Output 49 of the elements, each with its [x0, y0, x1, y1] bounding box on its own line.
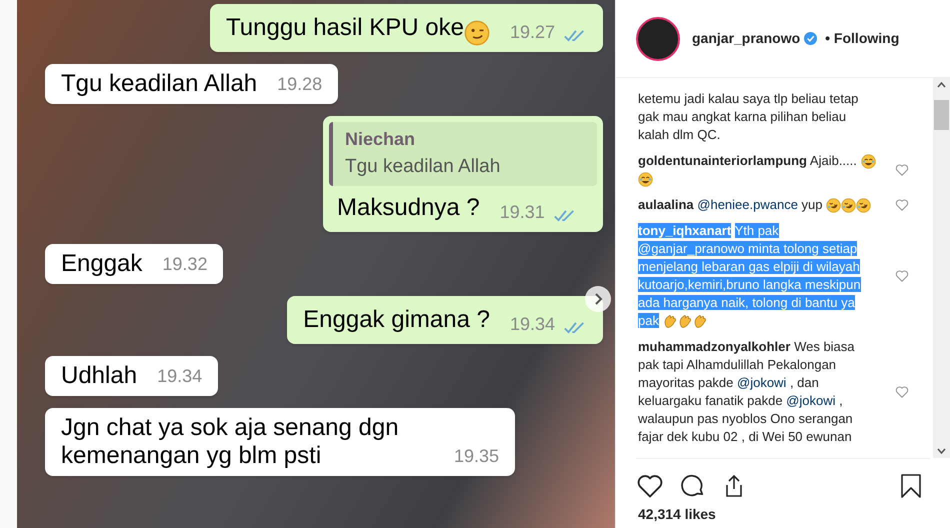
laughing-face-emoji-icon: [841, 198, 856, 214]
comment-username[interactable]: goldentunainteriorlampung: [638, 153, 807, 168]
scrollbar-thumb[interactable]: [934, 100, 949, 130]
laughing-face-emoji-icon: [826, 198, 842, 214]
clapping-hands-emoji-icon: [692, 314, 708, 330]
message-text: Enggak: [61, 250, 142, 278]
message-time: 19.35: [454, 444, 499, 468]
laughing-face-emoji-icon: [856, 198, 872, 214]
like-comment-icon[interactable]: [895, 198, 909, 212]
following-button[interactable]: • Following: [825, 28, 900, 49]
comment-text: ketemu jadi kalau saya tlp beliau tetap gak mau angkat karna pilihan beliau kalah dlm QC.: [638, 90, 860, 144]
comment-username[interactable]: aulaalina: [638, 197, 694, 212]
message-time: 19.32: [162, 252, 208, 276]
comment-text: muhammadzonyalkohler Wes biasa pak tapi Alhamdulillah Pekalongan mayoritas pakde @jokowi , dan keluargaku fanatik pakde @jokowi , walaupun pas nyoblos Ono serangan fajar dek kubu 02 , di Wei 50 ewunan: [638, 338, 856, 446]
laughing-face-emoji-icon: [860, 154, 876, 170]
like-comment-icon[interactable]: [895, 269, 909, 283]
message-text: Jgn chat ya sok aja senang dgn kemenangan yg blm psti: [61, 414, 400, 470]
quote-author: Niechan: [345, 128, 416, 151]
scrollbar[interactable]: [933, 78, 950, 458]
comment-text: aulaalina @heniee.pwance yup: [638, 196, 878, 214]
like-comment-icon[interactable]: [895, 163, 909, 177]
like-comment-icon[interactable]: [895, 385, 909, 399]
chevron-right-icon: [593, 293, 603, 305]
message-text: Tgu keadilan Allah: [61, 70, 258, 98]
username[interactable]: ganjar_pranowo: [692, 28, 800, 49]
winking-face-emoji-icon: [464, 20, 490, 46]
laughing-face-emoji-icon: [638, 172, 653, 188]
comment-text: tony_iqhxanart Yth pak @ganjar_pranowo minta tolong setiap menjelang lebaran gas elpiji di wilayah kutoarjo,kemiri,bruno langka meskipun ada harganya naik, tolong di bantu ya pak: [638, 222, 862, 330]
likes-count[interactable]: 42,314 likes: [616, 504, 950, 528]
message-time: 19.27: [510, 21, 555, 44]
comment-icon[interactable]: [680, 472, 706, 498]
avatar[interactable]: [636, 16, 680, 60]
scroll-down-icon[interactable]: [937, 448, 946, 454]
bookmark-icon[interactable]: [900, 472, 922, 498]
comment-username[interactable]: muhammadzonyalkohler: [638, 339, 790, 354]
message-time: 19.28: [277, 73, 322, 96]
message-time: 19.34: [510, 312, 555, 336]
message-text: Enggak gimana ?: [303, 304, 490, 334]
next-arrow-button[interactable]: [585, 286, 611, 312]
quote-text: Tgu keadilan Allah: [345, 155, 502, 179]
message-time: 19.31: [500, 200, 545, 224]
message-time: 19.34: [157, 364, 202, 388]
clapping-hands-emoji-icon: [678, 314, 693, 330]
message-text: Udhlah: [61, 362, 138, 390]
clapping-hands-emoji-icon: [662, 314, 678, 330]
scroll-up-icon[interactable]: [937, 82, 946, 88]
comment-text: goldentunainteriorlampung Ajaib.....: [638, 152, 878, 188]
message-text: Maksudnya ?: [337, 192, 480, 222]
message-text: Tunggu hasil KPU oke: [226, 13, 464, 43]
